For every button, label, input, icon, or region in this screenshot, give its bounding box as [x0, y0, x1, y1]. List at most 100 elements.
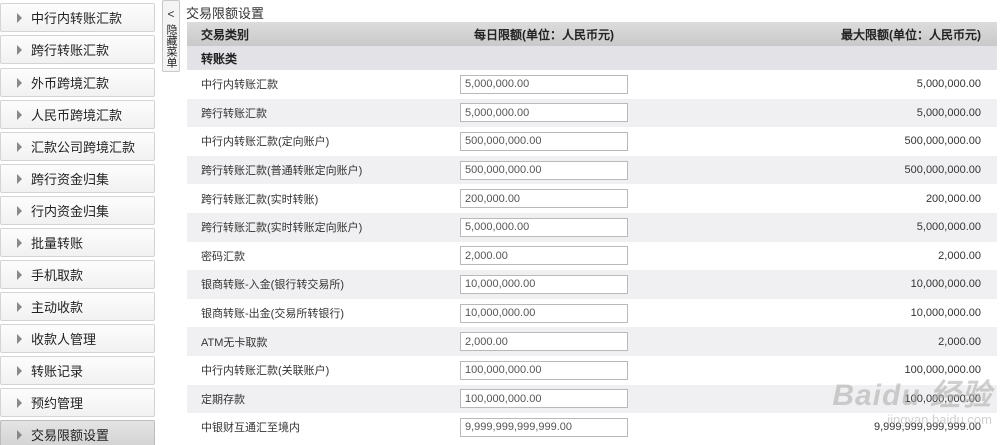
sidebar-item-label: 收款人管理: [31, 332, 97, 347]
caret-right-icon: [17, 77, 22, 88]
transaction-type-cell: 定期存款: [201, 393, 245, 406]
daily-limit-input[interactable]: [460, 74, 628, 94]
transaction-type-cell: 银商转账-入金(银行转交易所): [201, 279, 344, 292]
caret-right-icon: [17, 44, 22, 55]
daily-limit-input[interactable]: [460, 360, 628, 380]
sidebar-item-label: 预约管理: [31, 396, 84, 411]
transaction-type-cell: 中行内转账汇款: [201, 79, 278, 92]
max-limit-cell: 5,000,000.00: [916, 106, 981, 119]
hide-menu-toggle[interactable]: < 隐藏菜单: [162, 0, 180, 72]
table-row: 跨行转账汇款(普通转账定向账户) 500,000,000.00: [187, 155, 997, 185]
watermark-logo: Baidu 经验: [832, 379, 992, 412]
table-row: 银商转账-出金(交易所转银行) 10,000,000.00: [187, 298, 997, 328]
sidebar-item-payee-management[interactable]: 收款人管理: [0, 324, 155, 353]
table-row: 银商转账-入金(银行转交易所) 10,000,000.00: [187, 270, 997, 299]
sidebar-item-batch-transfer[interactable]: 批量转账: [0, 228, 155, 257]
daily-limit-input[interactable]: [460, 160, 628, 180]
max-limit-cell: 5,000,000.00: [916, 221, 981, 234]
daily-limit-cell: [460, 385, 697, 414]
daily-limit-cell: [460, 213, 697, 242]
daily-limit-input[interactable]: [460, 303, 628, 323]
sidebar-item-label: 跨行转账汇款: [31, 43, 110, 58]
daily-limit-input[interactable]: [460, 103, 628, 123]
page-title: 交易限额设置: [186, 6, 265, 21]
sidebar-item-foreign-currency-remittance[interactable]: 外币跨境汇款: [0, 68, 155, 97]
sidebar-item-label: 人民币跨境汇款: [31, 108, 123, 123]
transaction-type-cell: 中行内转账汇款(定向账户): [201, 136, 330, 149]
daily-limit-cell: [460, 413, 697, 442]
daily-limit-input[interactable]: [460, 246, 628, 266]
header-daily-limit-label: 每日限额(单位：人民币元): [474, 27, 614, 42]
sidebar-item-label: 汇款公司跨境汇款: [31, 140, 136, 155]
daily-limit-input[interactable]: [460, 389, 628, 409]
section-row-transfer: 转账类: [187, 46, 997, 70]
caret-right-icon: [17, 109, 22, 120]
sidebar-item-inter-bank-transfer[interactable]: 跨行转账汇款: [0, 35, 155, 64]
sidebar-item-active-collection[interactable]: 主动收款: [0, 292, 155, 321]
max-limit-cell: 200,000.00: [925, 192, 981, 205]
sidebar-item-inter-bank-fund-pooling[interactable]: 跨行资金归集: [0, 164, 155, 193]
max-limit-cell: 2,000.00: [938, 249, 981, 262]
caret-right-icon: [17, 141, 22, 152]
daily-limit-input[interactable]: [460, 131, 628, 151]
sidebar-item-label: 中行内转账汇款: [31, 11, 123, 26]
table-row: 跨行转账汇款(实时转账定向账户) 5,000,000.00: [187, 212, 997, 242]
caret-right-icon: [17, 205, 22, 216]
daily-limit-input[interactable]: [460, 274, 628, 294]
daily-limit-cell: [460, 70, 697, 99]
transaction-type-cell: 跨行转账汇款(普通转账定向账户): [201, 165, 363, 178]
daily-limit-input[interactable]: [460, 332, 628, 352]
sidebar-item-remittance-company[interactable]: 汇款公司跨境汇款: [0, 132, 155, 161]
daily-limit-cell: [460, 184, 697, 213]
sidebar-item-mobile-withdrawal[interactable]: 手机取款: [0, 260, 155, 289]
max-limit-cell: 5,000,000.00: [916, 78, 981, 91]
table-row: 跨行转账汇款 5,000,000.00: [187, 98, 997, 128]
transaction-type-cell: 跨行转账汇款(实时转账定向账户): [201, 222, 363, 235]
max-limit-cell: 500,000,000.00: [904, 164, 981, 177]
table-row: 密码汇款 2,000.00: [187, 241, 997, 271]
header-daily-limit: 每日限额(单位：人民币元): [460, 22, 697, 46]
caret-right-icon: [17, 333, 22, 344]
caret-right-icon: [17, 301, 22, 312]
transaction-type-cell: ATM无卡取款: [201, 336, 268, 349]
daily-limit-cell: [460, 99, 697, 128]
transaction-type-cell: 跨行转账汇款(实时转账): [201, 193, 319, 206]
header-transaction-type: 交易类别: [201, 27, 250, 42]
table-row: 中行内转账汇款 5,000,000.00: [187, 70, 997, 99]
caret-right-icon: [17, 12, 22, 23]
daily-limit-input[interactable]: [460, 217, 628, 237]
sidebar-item-label: 批量转账: [31, 236, 84, 251]
max-limit-cell: 500,000,000.00: [904, 135, 981, 148]
caret-right-icon: [17, 269, 22, 280]
transaction-type-cell: 银商转账-出金(交易所转银行): [201, 308, 344, 321]
caret-right-icon: [17, 173, 22, 184]
caret-right-icon: [17, 365, 22, 376]
sidebar-item-scheduled-management[interactable]: 预约管理: [0, 388, 155, 417]
daily-limit-cell: [460, 127, 697, 156]
sidebar-item-transfer-records[interactable]: 转账记录: [0, 356, 155, 385]
daily-limit-input[interactable]: [460, 417, 628, 437]
sidebar-item-label: 交易限额设置: [31, 428, 110, 443]
max-limit-cell: 10,000,000.00: [910, 278, 981, 291]
table-row: 跨行转账汇款(实时转账) 200,000.00: [187, 184, 997, 213]
chevron-left-icon: <: [167, 7, 175, 21]
sidebar-item-label: 外币跨境汇款: [31, 76, 110, 91]
sidebar-item-intra-bank-fund-pooling[interactable]: 行内资金归集: [0, 196, 155, 225]
section-label: 转账类: [201, 51, 238, 66]
daily-limit-cell: [460, 299, 697, 328]
sidebar-item-rmb-cross-border-remittance[interactable]: 人民币跨境汇款: [0, 100, 155, 129]
caret-right-icon: [17, 237, 22, 248]
daily-limit-input[interactable]: [460, 189, 628, 209]
daily-limit-cell: [460, 327, 697, 356]
transaction-type-cell: 跨行转账汇款: [201, 107, 267, 120]
sidebar-item-label: 跨行资金归集: [31, 172, 110, 187]
sidebar-item-transaction-limit-settings[interactable]: 交易限额设置: [0, 420, 155, 445]
baidu-watermark: Baidu 经验 jingyan.baidu.com: [832, 370, 992, 427]
table-row: 中行内转账汇款(定向账户) 500,000,000.00: [187, 127, 997, 156]
daily-limit-cell: [460, 242, 697, 271]
sidebar: 中行内转账汇款 跨行转账汇款 外币跨境汇款 人民币跨境汇款 汇款公司跨境汇款 跨…: [0, 0, 158, 445]
sidebar-item-label: 行内资金归集: [31, 204, 110, 219]
max-limit-cell: 2,000.00: [938, 335, 981, 348]
header-max-limit: 最大限额(单位：人民币元): [841, 27, 981, 42]
sidebar-item-intra-bank-transfer[interactable]: 中行内转账汇款: [0, 3, 155, 32]
